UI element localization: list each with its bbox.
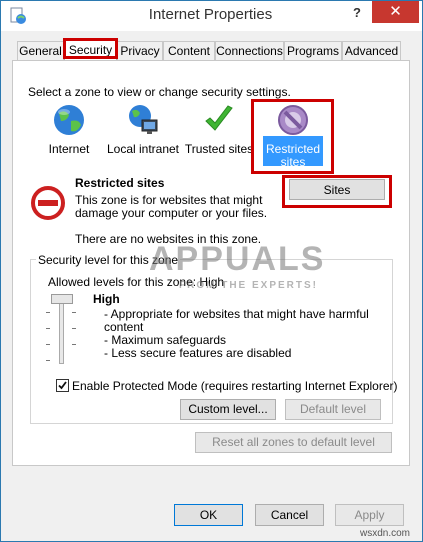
tab-content[interactable]: Content <box>163 41 215 60</box>
security-slider-thumb[interactable] <box>51 294 73 304</box>
tab-advanced[interactable]: Advanced <box>342 41 401 60</box>
default-level-button[interactable]: Default level <box>285 399 381 420</box>
security-level-name: High <box>93 292 120 306</box>
zone-highlight-box <box>251 99 334 174</box>
no-entry-icon <box>31 186 65 220</box>
security-level-group-title: Security level for this zone <box>36 253 181 267</box>
slider-tick <box>72 344 76 345</box>
slider-tick <box>46 328 50 329</box>
reset-all-zones-button[interactable]: Reset all zones to default level <box>195 432 392 453</box>
tab-privacy[interactable]: Privacy <box>117 41 163 60</box>
custom-level-button[interactable]: Custom level... <box>180 399 276 420</box>
zone-trusted-label: Trusted sites <box>184 142 254 156</box>
level-bullet: - Less secure features are disabled <box>104 346 292 360</box>
tab-programs[interactable]: Programs <box>284 41 342 60</box>
globe-icon <box>54 105 84 135</box>
zone-internet-label: Internet <box>48 142 90 156</box>
tab-highlight-box <box>63 38 118 59</box>
help-button[interactable]: ? <box>344 2 370 24</box>
close-button[interactable]: ✕ <box>372 1 419 23</box>
selected-zone-name: Restricted sites <box>75 176 165 190</box>
security-slider-track[interactable] <box>59 298 64 364</box>
zone-trusted-sites[interactable]: Trusted sites <box>179 103 259 156</box>
zone-prompt: Select a zone to view or change security… <box>28 85 291 99</box>
zone-intranet-label: Local intranet <box>106 142 180 156</box>
slider-tick <box>72 328 76 329</box>
zone-internet[interactable]: Internet <box>29 103 109 156</box>
tab-general[interactable]: General <box>17 41 64 60</box>
cancel-button[interactable]: Cancel <box>255 504 324 526</box>
slider-tick <box>46 360 50 361</box>
protected-mode-checkbox[interactable] <box>56 379 69 392</box>
slider-tick <box>46 312 50 313</box>
zone-status: There are no websites in this zone. <box>75 232 262 246</box>
zone-local-intranet[interactable]: Local intranet <box>103 103 183 156</box>
level-bullet: - Appropriate for websites that might ha… <box>104 307 369 321</box>
apply-button[interactable]: Apply <box>335 504 404 526</box>
slider-tick <box>72 312 76 313</box>
allowed-levels-text: Allowed levels for this zone: High <box>48 275 225 289</box>
protected-mode-label[interactable]: Enable Protected Mode (requires restarti… <box>72 379 398 393</box>
sites-highlight-box <box>282 175 392 208</box>
slider-tick <box>46 344 50 345</box>
checkmark-icon <box>205 105 233 131</box>
zone-description-line2: damage your computer or your files. <box>75 206 268 220</box>
intranet-icon <box>129 105 158 134</box>
ok-button[interactable]: OK <box>174 504 243 526</box>
zone-description-line1: This zone is for websites that might <box>75 193 263 207</box>
checkmark-icon <box>58 381 67 390</box>
source-credit: wsxdn.com <box>360 528 411 539</box>
tab-connections[interactable]: Connections <box>215 41 284 60</box>
